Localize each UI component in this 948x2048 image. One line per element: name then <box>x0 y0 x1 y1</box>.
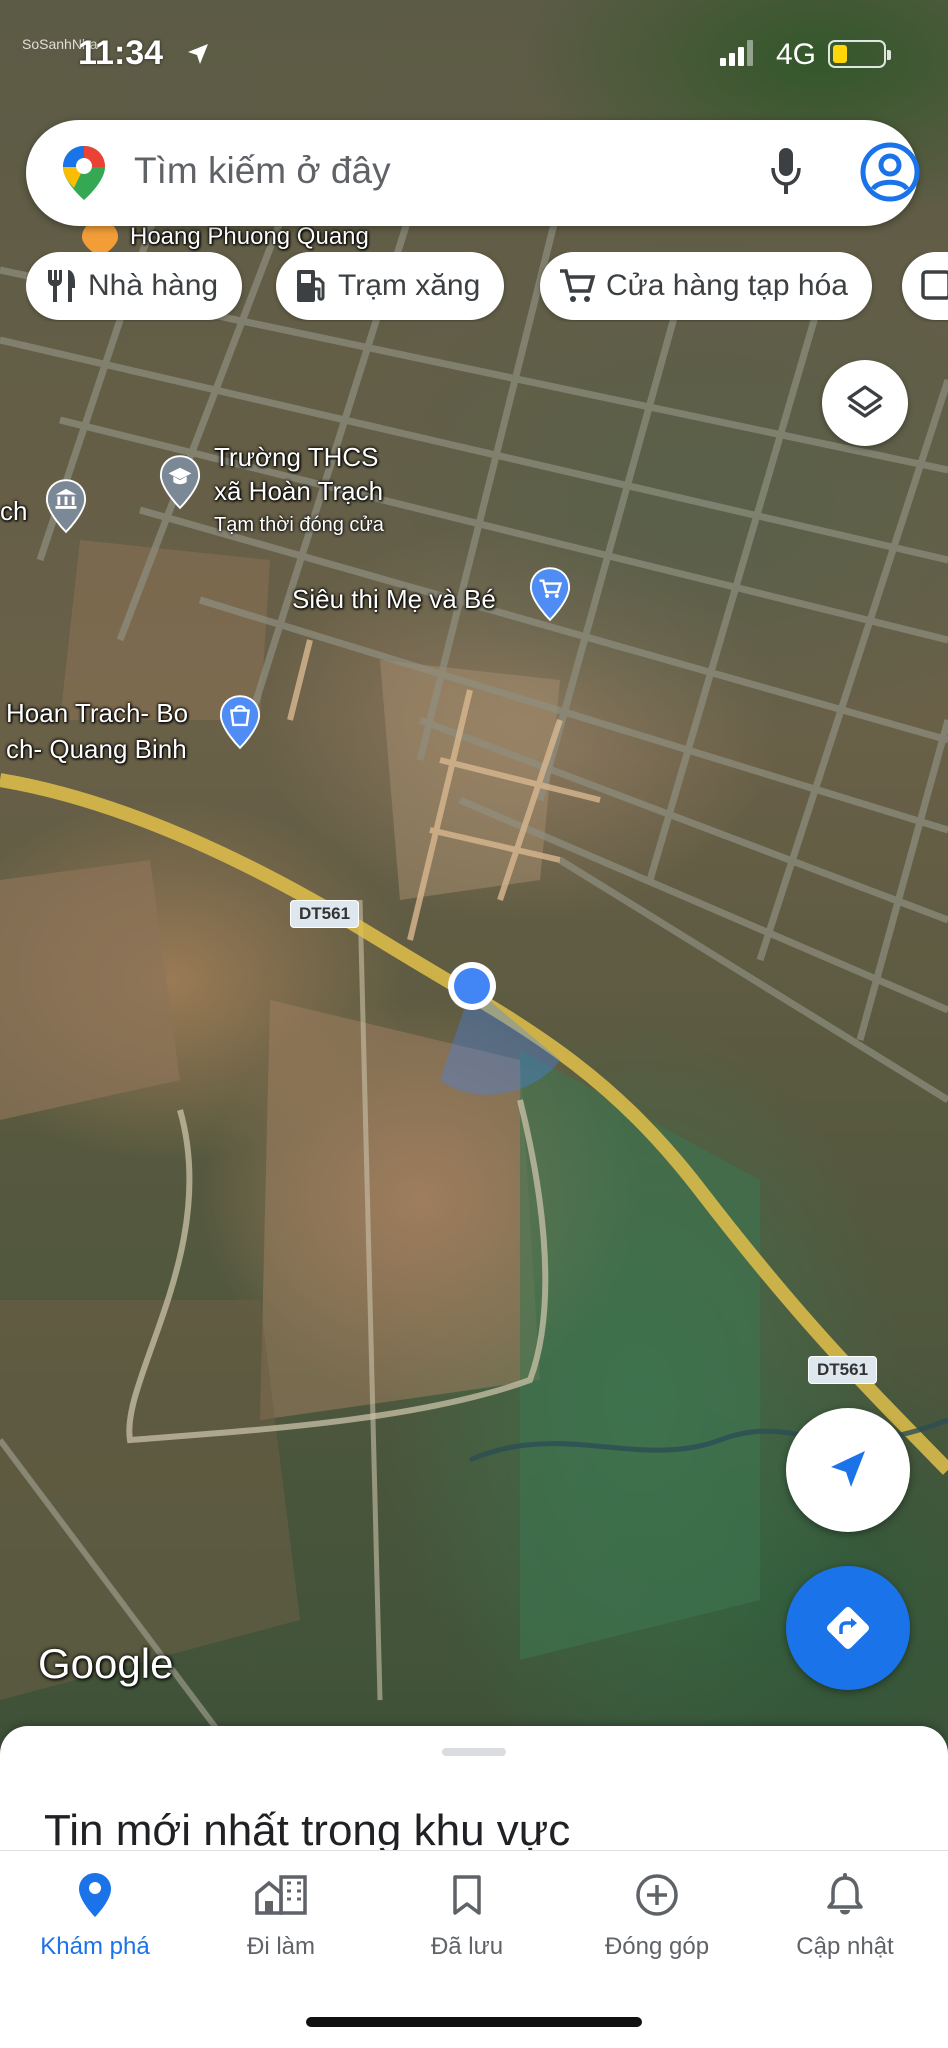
map-label-school-status: Tạm thời đóng cửa <box>214 514 384 536</box>
chip-label: Nhà hàng <box>88 269 219 302</box>
commute-icon <box>255 1875 307 1915</box>
tab-label: Cập nhật <box>796 1933 894 1960</box>
bookmark-icon <box>453 1875 481 1915</box>
chip-label: Cửa hàng tạp hóa <box>606 269 848 302</box>
explore-pin-icon <box>79 1873 111 1917</box>
chip-label: Trạm xăng <box>338 269 481 302</box>
map-label-left[interactable]: ch <box>0 496 27 526</box>
bell-icon <box>827 1873 863 1915</box>
home-indicator[interactable] <box>306 2017 642 2027</box>
layers-icon <box>847 385 883 418</box>
road-shield-dt561-2: DT561 <box>808 1356 878 1384</box>
sheet-heading: Tin mới nhất trong khu vực <box>44 1806 571 1855</box>
navigation-arrow-icon <box>831 1451 865 1487</box>
museum-pin-icon[interactable] <box>44 478 88 536</box>
search-bar[interactable]: Tìm kiếm ở đây <box>26 120 920 226</box>
gas-station-icon <box>297 270 325 302</box>
bottom-tab-bar: Khám phá Đi làm Đã lưu Đóng góp Cập nhật <box>0 1850 948 2048</box>
tab-commute[interactable]: Đi làm <box>186 1851 376 1971</box>
network-type: 4G <box>776 38 817 71</box>
battery-icon <box>828 40 891 68</box>
chip-gas-stations[interactable]: Trạm xăng <box>276 252 505 320</box>
shopping-pin-icon[interactable] <box>528 566 572 624</box>
chip-restaurants[interactable]: Nhà hàng <box>26 252 243 320</box>
account-circle-icon[interactable] <box>858 140 922 204</box>
map-label-top[interactable]: Hoang Phuong Quang <box>130 222 369 252</box>
sheet-drag-handle[interactable] <box>442 1748 506 1756</box>
mic-icon[interactable] <box>766 144 806 200</box>
location-arrow-icon <box>188 44 208 64</box>
school-pin-icon[interactable] <box>158 454 202 512</box>
chip-more[interactable] <box>902 252 948 320</box>
directions-icon <box>827 1607 869 1649</box>
tab-label: Đóng góp <box>604 1933 710 1960</box>
hotel-icon <box>921 270 948 300</box>
bottom-sheet[interactable]: Tin mới nhất trong khu vực <box>0 1726 948 1856</box>
map-label-school-1[interactable]: Trường THCS <box>214 442 378 472</box>
tab-explore[interactable]: Khám phá <box>0 1851 190 1971</box>
shopping-bag-pin-icon[interactable] <box>218 694 262 752</box>
google-maps-icon <box>63 146 105 200</box>
tab-saved[interactable]: Đã lưu <box>372 1851 562 1971</box>
map-label-shop-2[interactable]: ch- Quang Binh <box>6 734 187 764</box>
tab-label: Khám phá <box>40 1933 150 1960</box>
tab-label: Đã lưu <box>430 1933 504 1960</box>
directions-button[interactable] <box>786 1566 910 1690</box>
restaurant-icon <box>48 270 75 302</box>
map-label-school-2[interactable]: xã Hoàn Trạch <box>214 476 383 506</box>
add-circle-icon <box>636 1874 678 1916</box>
signal-icon <box>720 40 753 66</box>
shopping-cart-icon <box>560 269 596 302</box>
road-shield-dt561: DT561 <box>290 900 360 928</box>
status-time: 11:34 <box>78 34 164 72</box>
map-label-supermarket[interactable]: Siêu thị Mẹ và Bé <box>292 584 496 614</box>
tab-updates[interactable]: Cập nhật <box>750 1851 940 1971</box>
google-logo: Google <box>38 1640 174 1687</box>
tab-contribute[interactable]: Đóng góp <box>562 1851 752 1971</box>
layers-button[interactable] <box>822 360 908 446</box>
map-label-shop-1[interactable]: Hoan Trach- Bo <box>6 698 188 728</box>
status-bar: SoSanhNha 11:34 4G <box>0 0 948 100</box>
category-chips: Nhà hàng Trạm xăng Cửa hàng tạp hóa <box>26 252 948 322</box>
my-location-button[interactable] <box>786 1408 910 1532</box>
chip-grocery[interactable]: Cửa hàng tạp hóa <box>540 252 872 320</box>
tab-label: Đi làm <box>246 1933 315 1960</box>
search-input[interactable]: Tìm kiếm ở đây <box>134 150 391 192</box>
